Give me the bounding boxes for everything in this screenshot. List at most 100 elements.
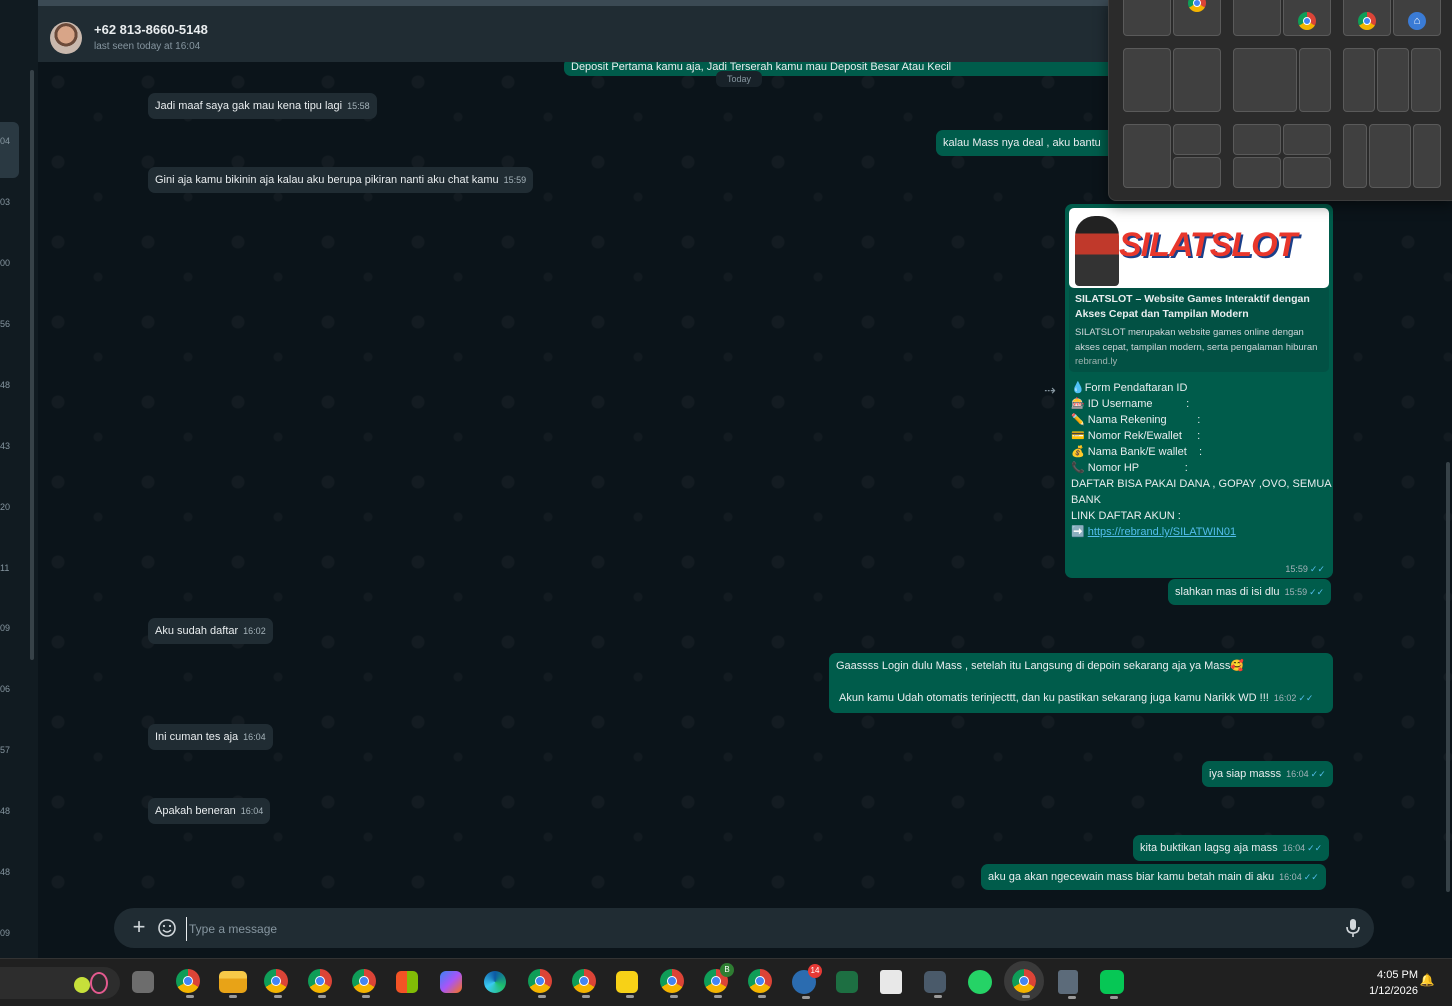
contact-avatar[interactable] <box>50 22 82 54</box>
message-time: 16:04 <box>240 806 264 816</box>
message-bubble-incoming[interactable]: Jadi maaf saya gak mau kena tipu lagi 15:… <box>148 93 377 119</box>
taskbar-search-box[interactable] <box>0 967 120 999</box>
sidebar-scrollbar[interactable] <box>30 70 34 660</box>
snap-zone[interactable] <box>1233 48 1297 112</box>
message-bubble-outgoing[interactable]: kita buktikan lagsg aja mass 16:04 ✓✓ <box>1133 835 1330 861</box>
chrome-profile-icon[interactable] <box>660 969 684 998</box>
notification-bell-icon[interactable]: 🔔 <box>1418 973 1436 991</box>
read-receipt-icon: ✓✓ <box>1298 693 1314 703</box>
snap-zone[interactable] <box>1173 157 1221 188</box>
microphone-icon[interactable] <box>1343 917 1363 939</box>
sticky-notes-icon[interactable] <box>616 971 638 998</box>
notepad-icon[interactable] <box>880 970 902 994</box>
registration-link[interactable]: https://rebrand.ly/SILATWIN01 <box>1088 526 1236 538</box>
message-bubble-incoming[interactable]: Apakah beneran 16:04 <box>148 798 271 824</box>
chrome-icon[interactable] <box>176 969 200 998</box>
copilot-icon[interactable] <box>440 971 462 993</box>
chrome-profile-icon[interactable] <box>308 969 332 998</box>
snap-zone[interactable] <box>1233 0 1281 36</box>
chrome-profile-icon[interactable] <box>264 969 288 998</box>
selected-chat-highlight[interactable] <box>0 122 19 178</box>
message-text: iya siap masss <box>1209 768 1282 780</box>
registration-form-text: 💧Form Pendaftaran ID 🎰 ID Username : ✏️ Na… <box>1071 380 1333 540</box>
contact-name[interactable]: +62 813-8660-5148 <box>94 22 208 37</box>
form-line: 📞 Nomor HP : <box>1071 462 1188 474</box>
snap-zone[interactable] <box>1173 48 1221 112</box>
github-desktop-icon[interactable]: 14 <box>792 964 822 999</box>
link-preview-description: SILATSLOT merupakan website games online… <box>1075 327 1318 353</box>
snap-zone[interactable] <box>1283 124 1331 155</box>
message-time: 16:04 <box>1282 843 1306 853</box>
chrome-profile-icon[interactable]: B <box>704 963 734 998</box>
snap-zone[interactable] <box>1233 124 1281 155</box>
whatsapp-icon[interactable] <box>968 970 992 994</box>
snap-zone[interactable] <box>1283 157 1331 188</box>
snap-zone[interactable] <box>1343 48 1375 112</box>
mail-icon[interactable] <box>924 971 946 998</box>
snap-zone[interactable] <box>1369 124 1411 188</box>
message-text: Jadi maaf saya gak mau kena tipu lagi <box>155 100 343 112</box>
taskbar-clock[interactable]: 4:05 PM 1/12/2026 <box>1338 967 1418 999</box>
message-bubble-outgoing[interactable]: kalau Mass nya deal , aku bantu <box>936 130 1108 156</box>
message-bubble-outgoing[interactable]: Gaassss Login dulu Mass , setelah itu La… <box>829 653 1333 713</box>
clock-time: 4:05 PM <box>1377 969 1418 981</box>
attach-plus-icon[interactable]: + <box>126 915 152 941</box>
chrome-profile-icon[interactable] <box>1004 961 1044 1001</box>
message-bubble-incoming[interactable]: Aku sudah daftar 16:02 <box>148 618 273 644</box>
snap-zone[interactable] <box>1123 48 1171 112</box>
chrome-profile-icon[interactable] <box>352 969 376 998</box>
snap-zone[interactable] <box>1413 124 1441 188</box>
chat-time-fragment: 57 <box>0 745 11 755</box>
message-bubble-outgoing[interactable]: aku ga akan ngecewain mass biar kamu bet… <box>981 864 1326 890</box>
message-time: 16:04 <box>243 732 266 742</box>
message-input[interactable] <box>186 917 1291 941</box>
snap-zone[interactable] <box>1233 157 1281 188</box>
snap-zone[interactable] <box>1411 48 1441 112</box>
message-bubble-incoming[interactable]: Ini cuman tes aja 16:04 <box>148 724 273 750</box>
microsoft-store-icon[interactable] <box>396 971 418 993</box>
chrome-profile-icon[interactable] <box>572 969 596 998</box>
link-preview[interactable]: SILATSLOT – Website Games Interaktif den… <box>1069 288 1329 372</box>
link-preview-title: SILATSLOT – Website Games Interaktif den… <box>1075 293 1310 320</box>
message-bubble-outgoing-link-card[interactable]: SILATSLOT SILATSLOT – Website Games Inte… <box>1065 204 1333 578</box>
calculator-icon[interactable] <box>1058 970 1078 999</box>
chrome-profile-icon[interactable] <box>528 969 552 998</box>
notification-count-badge: 14 <box>808 964 822 978</box>
message-text: kalau Mass nya deal , aku bantu <box>943 137 1101 149</box>
edge-icon[interactable] <box>484 971 506 993</box>
message-text: Ini cuman tes aja <box>155 731 239 743</box>
chat-time-fragment: 20 <box>0 502 11 512</box>
snap-zone[interactable] <box>1283 0 1331 36</box>
message-text: Deposit Pertama kamu aja, Jadi Terserah … <box>571 62 952 73</box>
snap-zone[interactable] <box>1173 0 1221 36</box>
message-text: Akun kamu Udah otomatis terinjecttt, dan… <box>839 692 1269 704</box>
snap-zone[interactable] <box>1343 124 1367 188</box>
windows-taskbar: B 14 4:05 PM 1/12/2026 🔔 <box>0 958 1452 1006</box>
message-bubble-outgoing[interactable]: Deposit Pertama kamu aja, Jadi Terserah … <box>564 62 1124 76</box>
chat-scrollbar[interactable] <box>1446 462 1450 892</box>
excel-icon[interactable] <box>836 971 858 993</box>
snap-zone[interactable] <box>1377 48 1409 112</box>
chat-time-fragment: 09 <box>0 623 11 633</box>
emoji-sticker-icon[interactable] <box>156 917 178 939</box>
chat-time-fragment: 09 <box>0 928 11 938</box>
message-text: Gaassss Login dulu Mass , setelah itu La… <box>836 660 1245 672</box>
snap-zone[interactable] <box>1173 124 1221 155</box>
snap-zone[interactable] <box>1299 48 1331 112</box>
message-bubble-outgoing[interactable]: iya siap masss 16:04 ✓✓ <box>1202 761 1333 787</box>
forward-icon[interactable]: ⇢ <box>1040 380 1060 400</box>
message-bubble-incoming[interactable]: Gini aja kamu bikinin aja kalau aku beru… <box>148 167 534 193</box>
snap-zone[interactable] <box>1123 124 1171 188</box>
chrome-profile-icon[interactable] <box>748 969 772 998</box>
snap-zone[interactable] <box>1343 0 1391 36</box>
link-preview-image[interactable]: SILATSLOT <box>1069 208 1329 288</box>
message-time: 16:04 <box>1286 769 1309 779</box>
message-bubble-outgoing[interactable]: slahkan mas di isi dlu 15:59 ✓✓ <box>1168 579 1332 605</box>
file-explorer-icon[interactable] <box>219 971 247 998</box>
chat-time-fragment: 48 <box>0 867 11 877</box>
line-icon[interactable] <box>1100 970 1124 999</box>
message-time: 16:02 <box>243 626 266 636</box>
task-view-icon[interactable] <box>132 971 154 993</box>
snap-zone[interactable]: ⌂ <box>1393 0 1441 36</box>
snap-zone[interactable] <box>1123 0 1171 36</box>
